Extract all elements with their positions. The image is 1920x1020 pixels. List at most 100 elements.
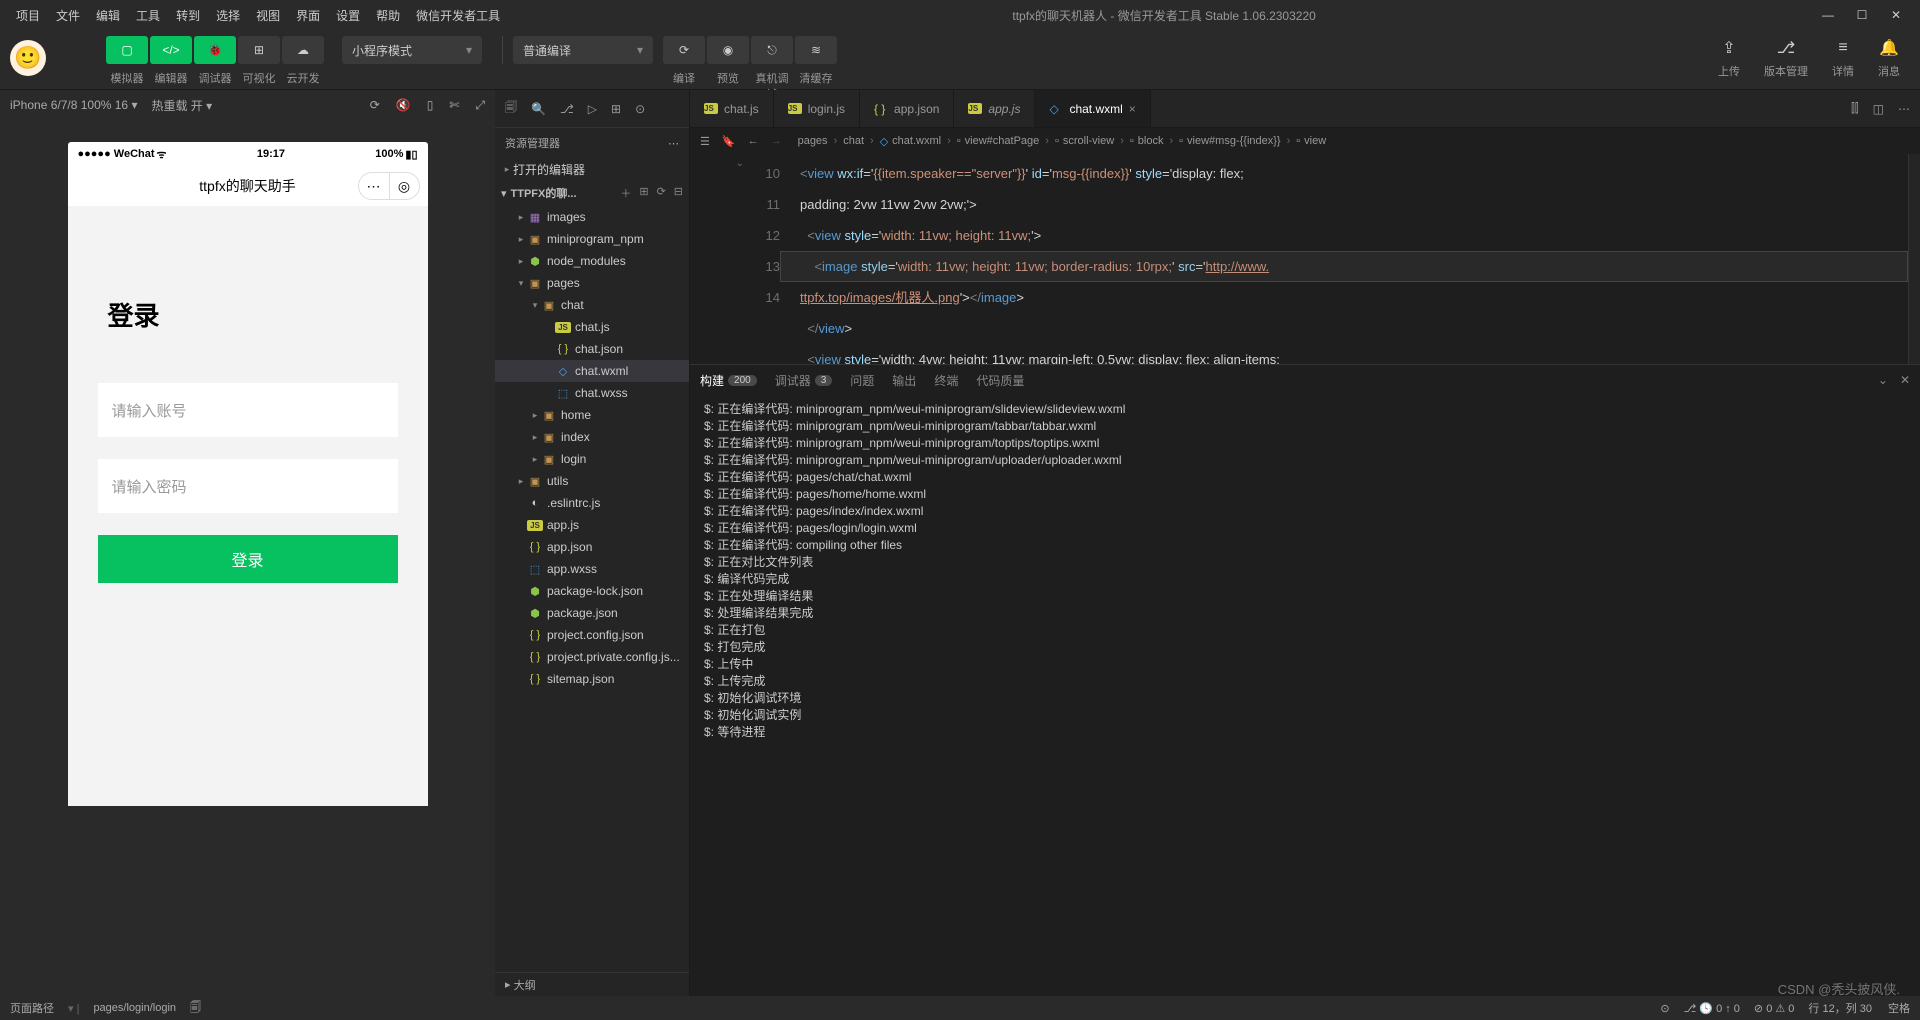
tree-chat.json[interactable]: { }chat.json [495, 338, 689, 360]
root-folder[interactable]: ▾TTPFX的聊... ＋ ⊞ ⟳ ⊟ [495, 180, 689, 206]
split-icon[interactable]: ◫ [1873, 102, 1884, 116]
fold-icon[interactable]: ⌄ [736, 158, 744, 169]
crumb-2[interactable]: ◇chat.wxml [880, 135, 941, 148]
tree-app.js[interactable]: JSapp.js [495, 514, 689, 536]
tree-sitemap.json[interactable]: { }sitemap.json [495, 668, 689, 690]
menu-文件[interactable]: 文件 [48, 3, 88, 28]
wx-icon[interactable]: ⊙ [635, 102, 645, 116]
minimap[interactable] [1908, 154, 1920, 364]
plugin-icon[interactable]: ⊞ [611, 102, 621, 116]
tree-package.json[interactable]: ⬢package.json [495, 602, 689, 624]
tree-chat.wxss[interactable]: ⬚chat.wxss [495, 382, 689, 404]
simulator-button[interactable]: ▢ [106, 36, 148, 64]
page-path-label[interactable]: 页面路径 [10, 1000, 54, 1016]
term-tab-调试器[interactable]: 调试器3 [775, 372, 833, 389]
compile-combo[interactable]: 普通编译▾ [513, 36, 653, 64]
error-status[interactable]: ⊘ 0 ⚠ 0 [1754, 1002, 1794, 1015]
menu-设置[interactable]: 设置 [328, 3, 368, 28]
messages-button[interactable]: 🔔 [1879, 36, 1899, 60]
tree-chat.wxml[interactable]: ◇chat.wxml [495, 360, 689, 382]
tab-app.js[interactable]: JSapp.js [954, 90, 1035, 127]
debugger-button[interactable]: 🐞 [194, 36, 236, 64]
scope-icon[interactable]: ⊙ [1660, 1002, 1669, 1015]
tab-chat.wxml[interactable]: ◇chat.wxml× [1035, 90, 1150, 127]
menu-视图[interactable]: 视图 [248, 3, 288, 28]
menu-帮助[interactable]: 帮助 [368, 3, 408, 28]
editor-button[interactable]: </> [150, 36, 192, 64]
outline-section[interactable]: ▸ 大纲 [495, 972, 689, 996]
run-icon[interactable]: ▷ [588, 102, 597, 116]
menu-微信开发者工具[interactable]: 微信开发者工具 [408, 3, 508, 28]
tree-pages[interactable]: ▾▣pages [495, 272, 689, 294]
crumb-1[interactable]: chat [843, 135, 864, 147]
crumb-7[interactable]: ▫view [1296, 135, 1326, 147]
crumb-3[interactable]: ▫view#chatPage [957, 135, 1040, 147]
code-editor[interactable]: <view wx:if='{{item.speaker=="server"}}'… [790, 154, 1908, 364]
compare-icon[interactable]: ⫿⫿ [1851, 101, 1859, 116]
menu-编辑[interactable]: 编辑 [88, 3, 128, 28]
device-icon[interactable]: ▯ [427, 98, 434, 113]
list-icon[interactable]: ☰ [700, 135, 710, 148]
visual-button[interactable]: ⊞ [238, 36, 280, 64]
avatar[interactable]: 🙂 [10, 40, 46, 76]
maximize-button[interactable]: ☐ [1854, 8, 1870, 22]
crumb-5[interactable]: ▫block [1130, 135, 1164, 147]
remote-debug-button[interactable]: ⎋ [751, 36, 793, 64]
explorer-more-icon[interactable]: ⋯ [668, 137, 679, 150]
mute-icon[interactable]: 🔇 [396, 98, 411, 113]
tree-utils[interactable]: ▸▣utils [495, 470, 689, 492]
more-icon[interactable]: ⋯ [1898, 102, 1910, 116]
tree-project.private.config.js...[interactable]: { }project.private.config.js... [495, 646, 689, 668]
preview-button[interactable]: ◉ [707, 36, 749, 64]
menu-界面[interactable]: 界面 [288, 3, 328, 28]
upload-button[interactable]: ⇪ [1722, 36, 1735, 60]
tree-index[interactable]: ▸▣index [495, 426, 689, 448]
term-close-icon[interactable]: ✕ [1900, 373, 1910, 387]
menu-工具[interactable]: 工具 [128, 3, 168, 28]
target-pill-icon[interactable]: ◎ [389, 173, 419, 199]
term-tab-输出[interactable]: 输出 [892, 372, 916, 389]
search-icon[interactable]: 🔍 [531, 102, 546, 116]
menu-转到[interactable]: 转到 [168, 3, 208, 28]
tree-login[interactable]: ▸▣login [495, 448, 689, 470]
terminal-output[interactable]: $: 正在编译代码: miniprogram_npm/weui-miniprog… [690, 395, 1920, 996]
new-folder-icon[interactable]: ⊞ [639, 185, 648, 201]
tab-app.json[interactable]: { }app.json [860, 90, 954, 127]
tree-chat[interactable]: ▾▣chat [495, 294, 689, 316]
tree-miniprogram_npm[interactable]: ▸▣miniprogram_npm [495, 228, 689, 250]
page-path-value[interactable]: pages/login/login [93, 1002, 176, 1014]
menu-项目[interactable]: 项目 [8, 3, 48, 28]
crumb-0[interactable]: pages [798, 135, 828, 147]
clear-cache-button[interactable]: ≋ [795, 36, 837, 64]
device-selector[interactable]: iPhone 6/7/8 100% 16 ▾ [10, 98, 137, 112]
bookmark-icon[interactable]: 🔖 [722, 135, 736, 148]
tab-close-icon[interactable]: × [1129, 102, 1136, 116]
term-collapse-icon[interactable]: ⌄ [1878, 373, 1888, 387]
new-file-icon[interactable]: ＋ [620, 185, 631, 201]
minimize-button[interactable]: — [1820, 8, 1836, 22]
cursor-position[interactable]: 行 12，列 30 [1808, 1000, 1872, 1016]
git-icon[interactable]: ⎇ [560, 102, 574, 116]
menu-pill-icon[interactable]: ⋯ [359, 173, 389, 199]
term-tab-问题[interactable]: 问题 [850, 372, 874, 389]
menu-选择[interactable]: 选择 [208, 3, 248, 28]
back-icon[interactable]: ← [748, 135, 759, 148]
term-tab-构建[interactable]: 构建200 [700, 372, 757, 389]
forward-icon[interactable]: → [771, 135, 782, 148]
hotreload-toggle[interactable]: 热重载 开 ▾ [151, 97, 212, 114]
password-field[interactable]: 请输入密码 [98, 459, 398, 513]
cut-icon[interactable]: ✄ [449, 98, 459, 113]
tab-chat.js[interactable]: JSchat.js [690, 90, 774, 127]
details-button[interactable]: ≡ [1838, 36, 1847, 60]
mode-combo[interactable]: 小程序模式▾ [342, 36, 482, 64]
compile-button[interactable]: ⟳ [663, 36, 705, 64]
term-tab-终端[interactable]: 终端 [934, 372, 958, 389]
refresh-icon[interactable]: ⟳ [370, 98, 380, 113]
open-editors-section[interactable]: ▸打开的编辑器 [495, 158, 689, 180]
refresh-tree-icon[interactable]: ⟳ [657, 185, 666, 201]
crumb-6[interactable]: ▫view#msg-{{index}} [1179, 135, 1280, 147]
tree-home[interactable]: ▸▣home [495, 404, 689, 426]
username-field[interactable]: 请输入账号 [98, 383, 398, 437]
term-tab-代码质量[interactable]: 代码质量 [976, 372, 1024, 389]
git-status[interactable]: ⎇ 🕓 0 ↑ 0 [1684, 1002, 1740, 1015]
